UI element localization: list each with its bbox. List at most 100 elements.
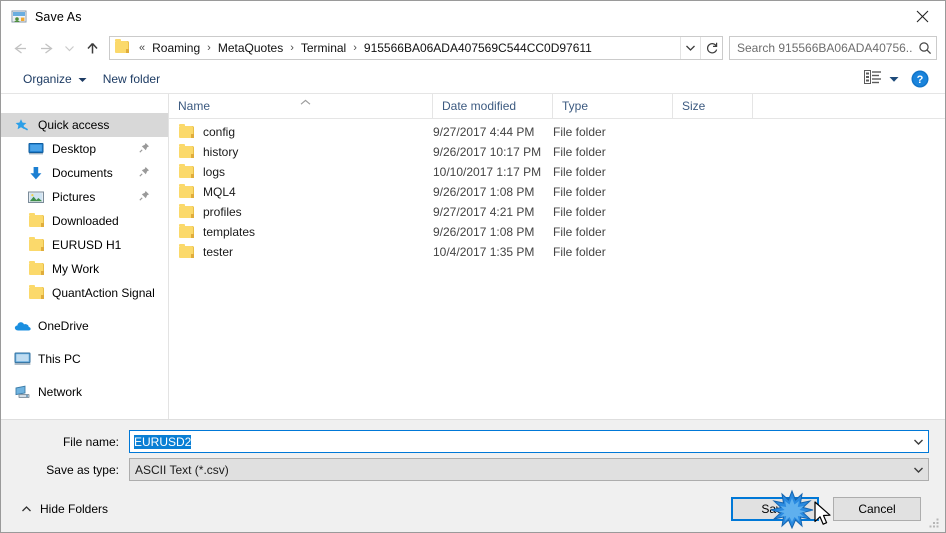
file-name-cell: profiles	[169, 204, 433, 219]
chevron-down-icon[interactable]	[908, 438, 928, 446]
column-header-name[interactable]: Name	[169, 93, 433, 119]
pin-icon[interactable]	[139, 142, 150, 156]
file-name-label: MQL4	[203, 185, 236, 199]
search-input[interactable]	[730, 40, 914, 56]
back-arrow-icon[interactable]	[7, 35, 33, 61]
hide-folders-button[interactable]: Hide Folders	[17, 502, 108, 516]
caret-down-icon	[78, 72, 87, 86]
table-row[interactable]: history 9/26/2017 10:17 PM File folder	[169, 142, 945, 162]
window-title: Save As	[35, 9, 82, 24]
table-row[interactable]: logs 10/10/2017 1:17 PM File folder	[169, 162, 945, 182]
view-options-button[interactable]	[858, 67, 905, 90]
column-header-type[interactable]: Type	[553, 93, 673, 119]
up-arrow-icon[interactable]	[79, 35, 105, 61]
navigation-pane[interactable]: Quick access Desktop Documents Pictures …	[1, 94, 169, 419]
file-name-input[interactable]: EURUSD2	[130, 434, 908, 449]
sidebar-item-label: EURUSD H1	[52, 238, 122, 252]
breadcrumb-separator[interactable]: ›	[202, 42, 216, 54]
search-icon[interactable]	[914, 41, 936, 55]
search-box[interactable]	[729, 36, 937, 60]
save-as-type-value: ASCII Text (*.csv)	[135, 462, 229, 477]
breadcrumb-separator[interactable]: ›	[285, 42, 299, 54]
pin-icon[interactable]	[139, 166, 150, 180]
file-date-cell: 9/26/2017 1:08 PM	[433, 185, 535, 199]
sidebar-item-documents[interactable]: Documents	[1, 161, 168, 185]
sidebar-item-label: Network	[38, 385, 83, 399]
resize-grip-icon[interactable]	[929, 517, 941, 529]
this-pc-icon	[13, 351, 31, 367]
sidebar-item-downloaded[interactable]: Downloaded	[1, 209, 168, 233]
folder-icon	[27, 213, 45, 229]
sidebar-item-this-pc[interactable]: This PC	[1, 347, 168, 371]
sidebar-item-network[interactable]: Network	[1, 380, 168, 404]
onedrive-icon	[13, 318, 31, 334]
sidebar-item-pictures[interactable]: Pictures	[1, 185, 168, 209]
column-header-date-modified[interactable]: Date modified	[433, 93, 553, 119]
chevron-down-icon[interactable]	[680, 37, 700, 59]
file-name-combobox[interactable]: EURUSD2	[129, 430, 929, 453]
sidebar-item-label: Pictures	[52, 190, 96, 204]
sidebar-item-label: QuantAction Signal	[52, 286, 155, 300]
column-header-label: Date modified	[442, 99, 517, 113]
sidebar-item-my-work[interactable]: My Work	[1, 257, 168, 281]
file-name-cell: templates	[169, 224, 433, 239]
folder-icon	[115, 39, 131, 55]
breadcrumb-item-metaquotes[interactable]: MetaQuotes	[216, 40, 285, 56]
breadcrumb-separator[interactable]: ›	[348, 42, 362, 54]
table-row[interactable]: MQL4 9/26/2017 1:08 PM File folder	[169, 182, 945, 202]
new-folder-button[interactable]: New folder	[95, 68, 168, 90]
sidebar-item-label: Quick access	[38, 118, 110, 132]
cancel-button[interactable]: Cancel	[833, 497, 921, 521]
file-date-cell: 9/27/2017 4:44 PM	[433, 125, 535, 139]
help-icon[interactable]: ?	[911, 70, 929, 88]
svg-text:?: ?	[917, 74, 924, 86]
title-bar: Save As	[1, 1, 945, 32]
close-icon[interactable]	[899, 1, 945, 31]
sidebar-item-eurusd-h1[interactable]: EURUSD H1	[1, 233, 168, 257]
save-as-type-combobox[interactable]: ASCII Text (*.csv)	[129, 458, 929, 481]
file-type-cell: File folder	[553, 185, 606, 199]
file-name-value: EURUSD2	[134, 434, 192, 449]
breadcrumb-item-roaming[interactable]: Roaming	[150, 40, 202, 56]
table-row[interactable]: templates 9/26/2017 1:08 PM File folder	[169, 222, 945, 242]
file-type-cell: File folder	[553, 125, 606, 139]
chevron-down-icon[interactable]	[908, 466, 928, 474]
breadcrumb-overflow[interactable]: «	[134, 42, 150, 54]
file-name-label: templates	[203, 225, 256, 239]
view-layout-icon	[864, 70, 882, 87]
file-date-cell: 10/4/2017 1:35 PM	[433, 245, 535, 259]
table-row[interactable]: profiles 9/27/2017 4:21 PM File folder	[169, 202, 945, 222]
folder-icon	[179, 144, 194, 158]
pin-icon[interactable]	[139, 190, 150, 204]
organize-button[interactable]: Organize	[15, 68, 95, 90]
file-name-label: profiles	[203, 205, 242, 219]
caret-down-icon	[889, 72, 899, 86]
sidebar-item-quick-access[interactable]: Quick access	[1, 113, 168, 137]
forward-arrow-icon[interactable]	[33, 35, 59, 61]
save-button-label: Save	[761, 502, 789, 516]
table-row[interactable]: tester 10/4/2017 1:35 PM File folder	[169, 242, 945, 262]
new-folder-label: New folder	[102, 71, 161, 86]
file-list[interactable]: config 9/27/2017 4:44 PM File folder his…	[169, 119, 945, 419]
column-header-size[interactable]: Size	[673, 93, 753, 119]
sidebar-item-desktop[interactable]: Desktop	[1, 137, 168, 161]
folder-icon	[179, 224, 194, 238]
refresh-icon[interactable]	[700, 37, 722, 59]
chevron-down-icon[interactable]	[59, 35, 79, 61]
breadcrumb-item-terminal[interactable]: Terminal	[299, 40, 348, 56]
address-bar[interactable]: « Roaming › MetaQuotes › Terminal › 9155…	[109, 36, 723, 60]
save-button[interactable]: Save	[731, 497, 819, 521]
sidebar-item-onedrive[interactable]: OneDrive	[1, 314, 168, 338]
sidebar-item-label: Downloaded	[52, 214, 119, 228]
table-row[interactable]: config 9/27/2017 4:44 PM File folder	[169, 122, 945, 142]
file-name-label: config	[203, 125, 236, 139]
dialog-button-bar: Hide Folders Save Cancel	[1, 486, 945, 532]
file-name-row: File name: EURUSD2	[17, 430, 929, 453]
folder-icon	[179, 124, 194, 138]
folder-icon	[179, 184, 194, 198]
pictures-icon	[27, 189, 45, 205]
column-header-row: Name Date modified Type Size	[169, 93, 945, 119]
sidebar-item-quantaction-signal[interactable]: QuantAction Signal	[1, 281, 168, 305]
file-name-cell: logs	[169, 164, 433, 179]
breadcrumb-item-guid[interactable]: 915566BA06ADA407569C544CC0D97611	[362, 40, 594, 56]
